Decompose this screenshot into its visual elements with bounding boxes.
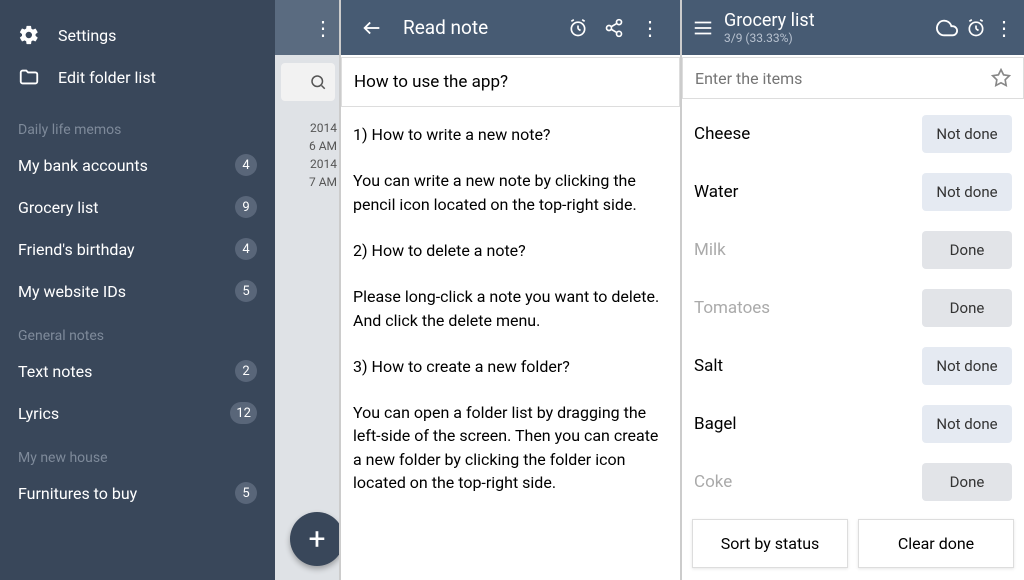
edit-folder-label: Edit folder list (58, 68, 156, 87)
folder-item[interactable]: My website IDs 5 (0, 270, 275, 312)
pane-grocery: Grocery list 3/9 (33.33%) ⋮ Cheese Not do… (682, 0, 1024, 580)
folder-label: Furnitures to buy (18, 484, 137, 503)
pane-read-note: Read note ⋮ How to use the app? 1) How t… (341, 0, 682, 580)
alarm-icon[interactable] (966, 18, 986, 38)
back-icon[interactable] (361, 17, 383, 39)
status-button[interactable]: Done (922, 231, 1012, 269)
cloud-icon[interactable] (936, 17, 958, 39)
settings-label: Settings (58, 26, 116, 45)
note-body: 1) How to write a new note? You can writ… (341, 109, 680, 508)
toolbar-title: Read note (403, 16, 560, 39)
navigation-drawer: Settings Edit folder list Daily life mem… (0, 0, 275, 580)
list-item: Cheese Not done (692, 105, 1014, 163)
count-badge: 2 (235, 360, 257, 382)
star-icon[interactable] (991, 68, 1011, 88)
folder-icon (18, 66, 40, 88)
clear-done-button[interactable]: Clear done (858, 519, 1014, 568)
status-button[interactable]: Not done (922, 405, 1012, 443)
hidden-timestamps: 2014 6 AM 2014 7 AM (275, 109, 341, 201)
alarm-icon[interactable] (568, 18, 588, 38)
edit-folder-row[interactable]: Edit folder list (18, 56, 257, 98)
folder-item[interactable]: Furnitures to buy 5 (0, 472, 275, 514)
status-button[interactable]: Done (922, 289, 1012, 327)
note-title: How to use the app? (341, 57, 680, 107)
hidden-list-strip: ⋮ 2014 6 AM 2014 7 AM (275, 0, 341, 580)
pane-drawer: ⋮ 2014 6 AM 2014 7 AM Settings (0, 0, 341, 580)
item-label: Water (694, 182, 738, 202)
count-badge: 4 (235, 238, 257, 260)
grocery-toolbar: Grocery list 3/9 (33.33%) ⋮ (682, 0, 1024, 55)
folder-item[interactable]: Lyrics 12 (0, 392, 275, 434)
item-label: Milk (694, 240, 726, 260)
status-button[interactable]: Not done (922, 347, 1012, 385)
share-icon[interactable] (604, 18, 624, 38)
folder-label: My website IDs (18, 282, 126, 301)
folder-label: Friend's birthday (18, 240, 135, 259)
add-note-fab[interactable]: + (290, 512, 341, 566)
item-label: Bagel (694, 414, 737, 434)
search-icon (309, 73, 327, 91)
count-badge: 4 (235, 154, 257, 176)
plus-icon: + (308, 522, 325, 557)
list-item: Salt Not done (692, 337, 1014, 395)
item-label: Tomatoes (694, 298, 770, 318)
list-item: Coke Done (692, 453, 1014, 511)
item-label: Coke (694, 472, 732, 492)
page-title: Grocery list (724, 10, 936, 31)
status-button[interactable]: Not done (922, 173, 1012, 211)
drawer-header: Settings Edit folder list (0, 0, 275, 106)
folder-item[interactable]: Friend's birthday 4 (0, 228, 275, 270)
count-badge: 9 (235, 196, 257, 218)
list-item: Bagel Not done (692, 395, 1014, 453)
list-item: Tomatoes Done (692, 279, 1014, 337)
folder-label: Text notes (18, 362, 92, 381)
grocery-items: CheeseNot doneWaterNot doneMilkDoneTomat… (682, 101, 1024, 511)
status-button[interactable]: Done (922, 463, 1012, 501)
gear-icon (18, 24, 40, 46)
title-block: Grocery list 3/9 (33.33%) (724, 10, 936, 45)
list-item: Milk Done (692, 221, 1014, 279)
section-title: General notes (0, 328, 275, 344)
folder-label: Grocery list (18, 198, 99, 217)
folder-label: Lyrics (18, 404, 59, 423)
list-item: Water Not done (692, 163, 1014, 221)
menu-icon[interactable] (692, 17, 714, 39)
more-icon[interactable]: ⋮ (640, 16, 660, 40)
sort-button[interactable]: Sort by status (692, 519, 848, 568)
folder-label: My bank accounts (18, 156, 148, 175)
footer-buttons: Sort by status Clear done (682, 511, 1024, 580)
more-icon[interactable]: ⋮ (994, 16, 1014, 40)
count-badge: 5 (235, 482, 257, 504)
folder-item[interactable]: Grocery list 9 (0, 186, 275, 228)
folder-item[interactable]: My bank accounts 4 (0, 144, 275, 186)
add-item-row (682, 57, 1024, 99)
settings-row[interactable]: Settings (18, 14, 257, 56)
count-badge: 12 (230, 402, 257, 424)
folder-item[interactable]: Text notes 2 (0, 350, 275, 392)
status-button[interactable]: Not done (922, 115, 1012, 153)
item-label: Cheese (694, 124, 750, 144)
count-badge: 5 (235, 280, 257, 302)
search-field-partial[interactable] (281, 63, 335, 101)
more-icon[interactable]: ⋮ (313, 16, 333, 40)
section-title: My new house (0, 450, 275, 466)
add-item-input[interactable] (695, 69, 991, 88)
item-label: Salt (694, 356, 723, 376)
section-title: Daily life memos (0, 122, 275, 138)
read-note-toolbar: Read note ⋮ (341, 0, 680, 55)
progress-subtitle: 3/9 (33.33%) (724, 31, 936, 45)
hidden-topbar: ⋮ (275, 0, 341, 55)
